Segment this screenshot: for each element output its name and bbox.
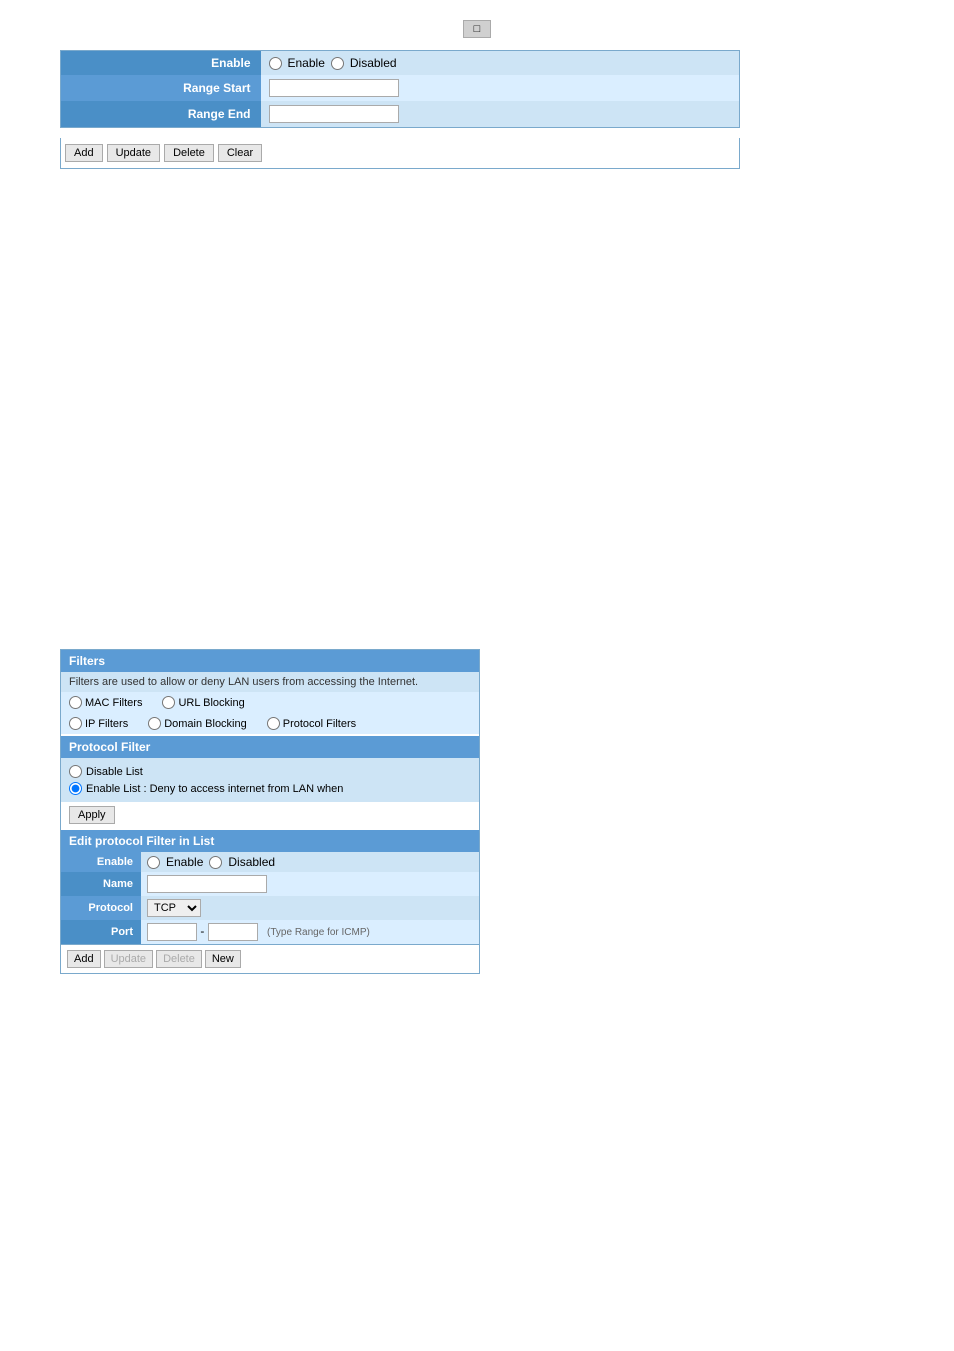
update-button[interactable]: Update [107, 144, 160, 162]
range-start-label: Range Start [61, 75, 261, 101]
enable-radio[interactable] [269, 57, 282, 70]
enable-list-radio[interactable] [69, 782, 82, 795]
top-small-button[interactable]: □ [463, 20, 492, 38]
enable-list-label: Enable List : Deny to access internet fr… [86, 783, 343, 795]
form1-table: Enable Enable Disabled Range Start Range… [60, 50, 740, 128]
edit-form-table: Enable Enable Disabled Name Protocol [61, 852, 479, 944]
page-wrapper: □ Enable Enable Disabled Range Start Ran… [0, 0, 954, 1351]
mac-filters-radio[interactable] [69, 696, 82, 709]
enable-radio-group: Enable Disabled [269, 56, 732, 70]
domain-blocking-label: Domain Blocking [164, 718, 247, 730]
range-end-row: Range End [61, 101, 740, 128]
add-button[interactable]: Add [65, 144, 103, 162]
edit-enable-row: Enable Enable Disabled [61, 852, 479, 872]
edit-port-cell: - (Type Range for ICMP) [141, 920, 479, 944]
edit-protocol-select[interactable]: TCP UDP ICMP [147, 899, 201, 917]
edit-enable-option-label[interactable]: Enable [166, 855, 203, 869]
url-blocking-option[interactable]: URL Blocking [162, 696, 244, 709]
edit-disabled-option-label[interactable]: Disabled [228, 855, 275, 869]
clear-button[interactable]: Clear [218, 144, 262, 162]
range-start-row: Range Start [61, 75, 740, 101]
protocol-filters-radio[interactable] [267, 717, 280, 730]
edit-port-label: Port [61, 920, 141, 944]
top-button-area: □ [60, 20, 894, 38]
range-end-label: Range End [61, 101, 261, 128]
enable-list-option[interactable]: Enable List : Deny to access internet fr… [69, 782, 471, 795]
url-blocking-label: URL Blocking [178, 697, 244, 709]
disable-list-option[interactable]: Disable List [69, 765, 471, 778]
filters-title: Filters [61, 650, 479, 672]
edit-delete-button[interactable]: Delete [156, 950, 202, 968]
disabled-radio[interactable] [331, 57, 344, 70]
url-blocking-radio[interactable] [162, 696, 175, 709]
filter-options-row2: IP Filters Domain Blocking Protocol Filt… [61, 713, 479, 734]
protocol-filters-option[interactable]: Protocol Filters [267, 717, 356, 730]
filter-options-row1: MAC Filters URL Blocking [61, 692, 479, 713]
mac-filters-label: MAC Filters [85, 697, 142, 709]
range-start-cell [261, 75, 740, 101]
edit-name-input[interactable] [147, 875, 267, 893]
disable-list-radio[interactable] [69, 765, 82, 778]
edit-protocol-row: Protocol TCP UDP ICMP [61, 896, 479, 920]
filters-panel: Filters Filters are used to allow or den… [60, 649, 480, 974]
bottom-btn-row: Add Update Delete New [61, 944, 479, 973]
edit-name-label: Name [61, 872, 141, 896]
edit-name-cell [141, 872, 479, 896]
edit-enable-radio-group: Enable Disabled [147, 855, 473, 869]
protocol-filters-label: Protocol Filters [283, 718, 356, 730]
mac-filters-option[interactable]: MAC Filters [69, 696, 142, 709]
disabled-radio-label[interactable]: Disabled [350, 56, 397, 70]
protocol-filter-options: Disable List Enable List : Deny to acces… [61, 758, 479, 802]
edit-add-button[interactable]: Add [67, 950, 101, 968]
edit-enable-radio[interactable] [147, 856, 160, 869]
edit-port-start-input[interactable] [147, 923, 197, 941]
ip-filters-option[interactable]: IP Filters [69, 717, 128, 730]
edit-name-row: Name [61, 872, 479, 896]
apply-btn-row: Apply [61, 802, 479, 828]
edit-disabled-radio[interactable] [209, 856, 222, 869]
delete-button[interactable]: Delete [164, 144, 214, 162]
range-start-input[interactable] [269, 79, 399, 97]
edit-new-button[interactable]: New [205, 950, 241, 968]
range-end-cell [261, 101, 740, 128]
ip-filters-label: IP Filters [85, 718, 128, 730]
edit-protocol-cell: TCP UDP ICMP [141, 896, 479, 920]
apply-button[interactable]: Apply [69, 806, 115, 824]
domain-blocking-radio[interactable] [148, 717, 161, 730]
edit-protocol-label: Protocol [61, 896, 141, 920]
edit-update-button[interactable]: Update [104, 950, 153, 968]
disable-list-label: Disable List [86, 766, 143, 778]
enable-row: Enable Enable Disabled [61, 51, 740, 76]
edit-section-title: Edit protocol Filter in List [61, 830, 479, 852]
protocol-filter-title: Protocol Filter [61, 736, 479, 758]
enable-label: Enable [61, 51, 261, 76]
edit-enable-label: Enable [61, 852, 141, 872]
edit-enable-cell: Enable Disabled [141, 852, 479, 872]
range-end-input[interactable] [269, 105, 399, 123]
enable-cell: Enable Disabled [261, 51, 740, 76]
domain-blocking-option[interactable]: Domain Blocking [148, 717, 247, 730]
edit-port-end-input[interactable] [208, 923, 258, 941]
ip-filters-radio[interactable] [69, 717, 82, 730]
button-row-1: Add Update Delete Clear [60, 138, 740, 169]
port-note: (Type Range for ICMP) [267, 927, 370, 938]
filters-description: Filters are used to allow or deny LAN us… [61, 672, 479, 692]
enable-radio-label[interactable]: Enable [288, 56, 325, 70]
edit-port-row: Port - (Type Range for ICMP) [61, 920, 479, 944]
port-dash: - [200, 924, 207, 938]
